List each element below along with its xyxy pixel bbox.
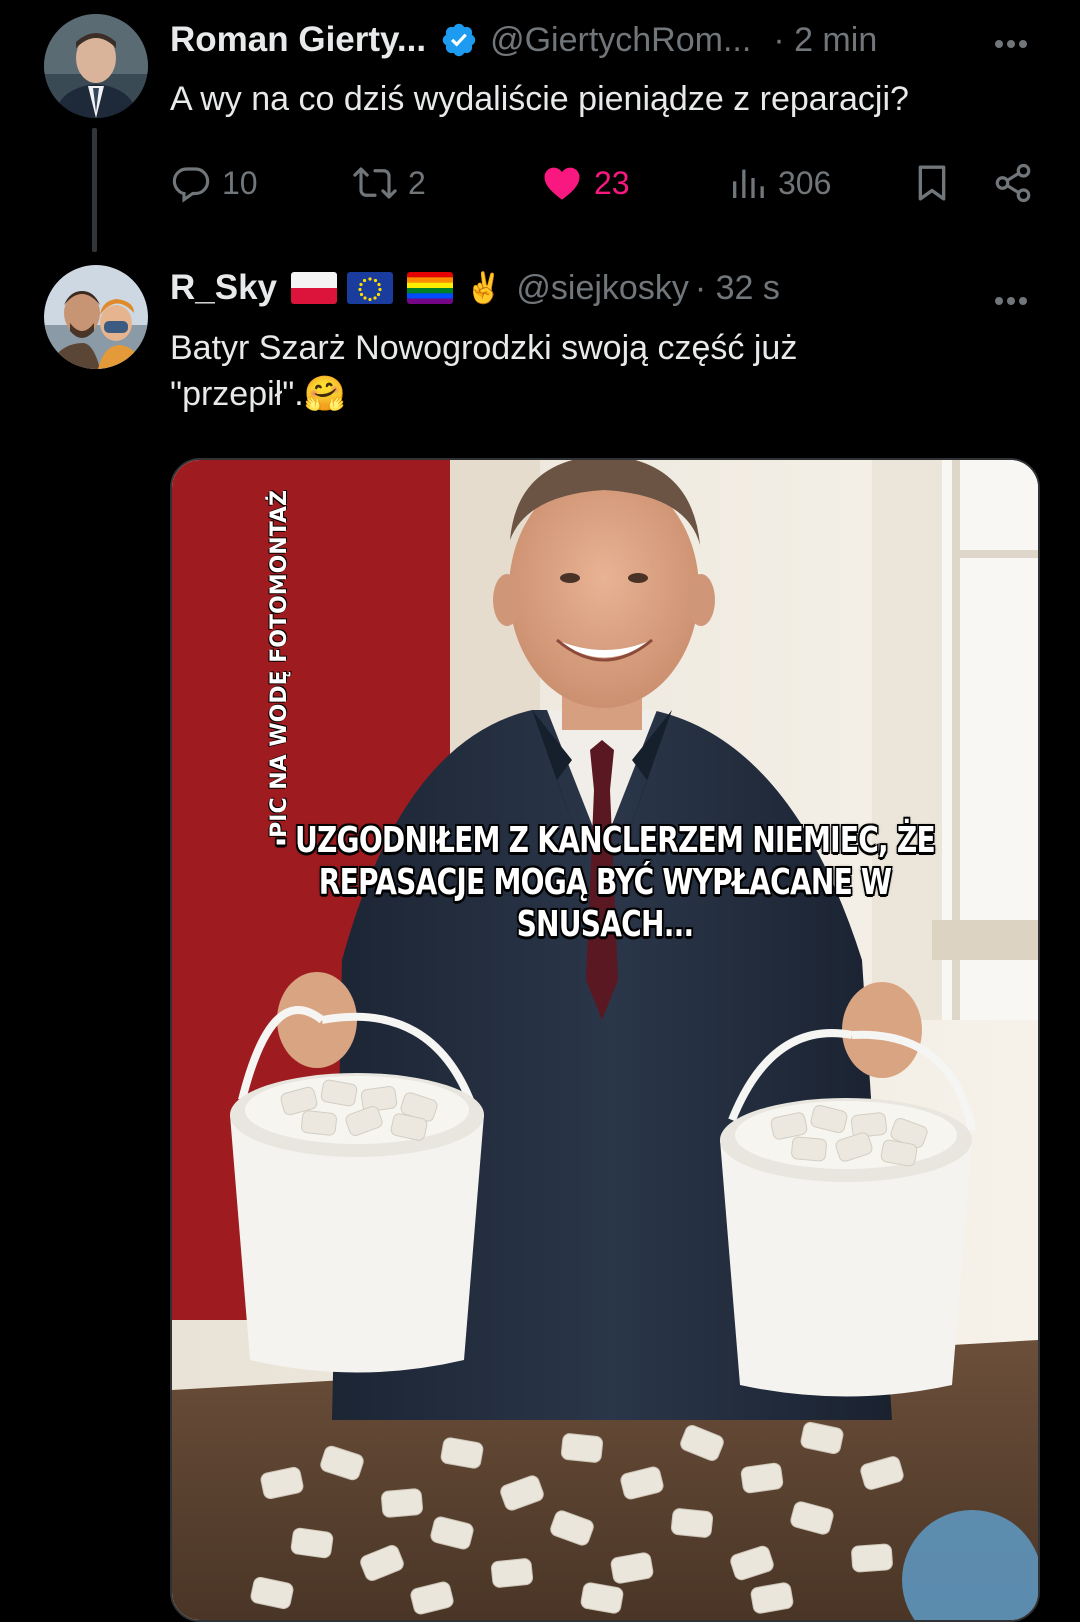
poland-flag-icon xyxy=(291,272,338,304)
bookmark-button[interactable] xyxy=(912,158,952,208)
author-handle[interactable]: @siejkosky xyxy=(516,269,688,308)
meme-caption-line-1: - UZGODNIŁEM Z KANCLERZEM NIEMIEC, ŻE xyxy=(275,820,936,861)
like-button[interactable]: 23 xyxy=(540,158,630,208)
avatar-roman[interactable] xyxy=(44,14,148,118)
retweet-button[interactable]: 2 xyxy=(352,158,426,208)
more-icon[interactable] xyxy=(993,277,1029,316)
tweet-media-image[interactable]: PIC NA WODĘ FOTOMONTAŻ - UZGODNIŁEM Z KA… xyxy=(170,458,1040,1622)
views-count: 306 xyxy=(778,164,832,201)
rainbow-flag-icon xyxy=(407,272,454,304)
heart-icon xyxy=(540,162,584,204)
action-bar: 10 2 23 306 xyxy=(170,158,1040,208)
reply-icon xyxy=(170,162,212,204)
like-count: 23 xyxy=(594,164,630,201)
tweet-text-line-2: "przepił".🤗 xyxy=(170,371,1030,417)
author-name[interactable]: R_Sky xyxy=(170,268,277,308)
tweet-parent[interactable]: Roman Gierty... @GiertychRom... · 2 min … xyxy=(0,0,1080,255)
share-button[interactable] xyxy=(992,158,1034,208)
retweet-icon xyxy=(352,162,398,204)
tweet-text: A wy na co dziś wydaliście pieniądze z r… xyxy=(170,80,909,118)
views-icon xyxy=(728,163,768,203)
reply-button[interactable]: 10 xyxy=(170,158,258,208)
author-handle[interactable]: @GiertychRom... xyxy=(490,21,751,60)
meme-watermark: PIC NA WODĘ FOTOMONTAŻ xyxy=(267,490,292,838)
bookmark-icon xyxy=(912,161,952,205)
meme-caption-line-2: REPASACJE MOGĄ BYĆ WYPŁACANE W SNUSACH..… xyxy=(318,862,892,945)
thread-line xyxy=(92,128,97,252)
hugging-face-emoji: 🤗 xyxy=(303,375,347,413)
victory-hand-emoji: ✌️ xyxy=(465,271,503,305)
eu-flag-icon xyxy=(347,272,394,304)
timestamp[interactable]: · 2 min xyxy=(773,21,877,60)
reply-count: 10 xyxy=(222,164,258,201)
meme-caption: - UZGODNIŁEM Z KANCLERZEM NIEMIEC, ŻE RE… xyxy=(267,820,942,946)
verified-badge-icon xyxy=(440,21,478,59)
tweet-text-line-2-text: "przepił". xyxy=(170,375,304,413)
timestamp[interactable]: · 32 s xyxy=(695,269,780,308)
more-icon[interactable] xyxy=(993,20,1029,59)
tweet-header: Roman Gierty... @GiertychRom... · 2 min xyxy=(170,18,883,62)
avatar-rsky[interactable] xyxy=(44,265,148,369)
tweet-header: R_Sky ✌️ @siejkosky · 32 s xyxy=(170,260,786,316)
retweet-count: 2 xyxy=(408,164,426,201)
tweet-text-line-1: Batyr Szarż Nowogrodzki swoją część już xyxy=(170,329,798,367)
share-icon xyxy=(992,162,1034,204)
views-button[interactable]: 306 xyxy=(728,158,831,208)
meme-photo xyxy=(172,460,1038,1620)
tweet-text: Batyr Szarż Nowogrodzki swoją część już … xyxy=(170,325,1030,417)
author-name[interactable]: Roman Gierty... xyxy=(170,20,426,60)
